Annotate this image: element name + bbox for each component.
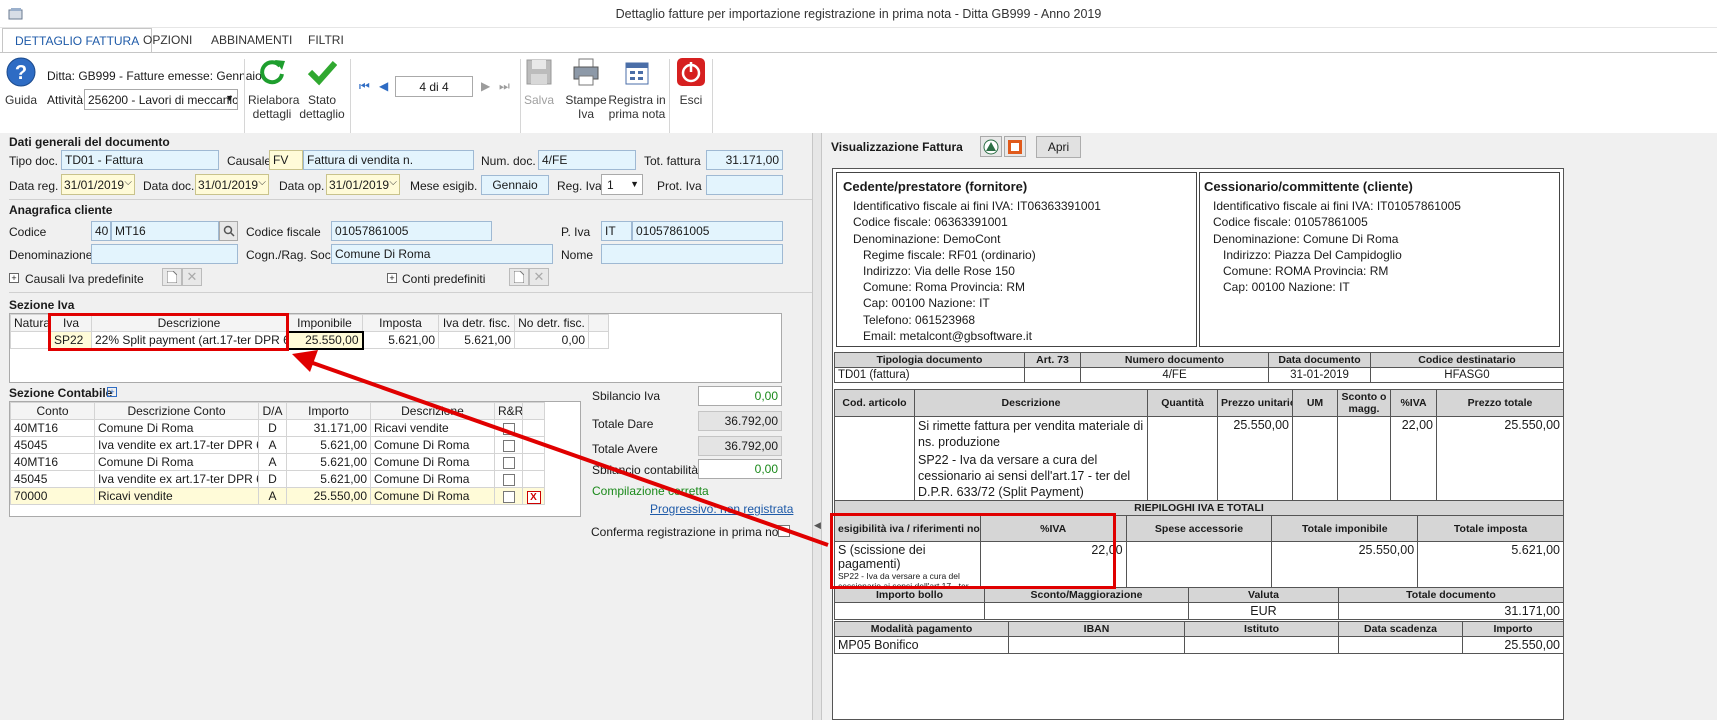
annotation-arrow: [292, 350, 829, 547]
